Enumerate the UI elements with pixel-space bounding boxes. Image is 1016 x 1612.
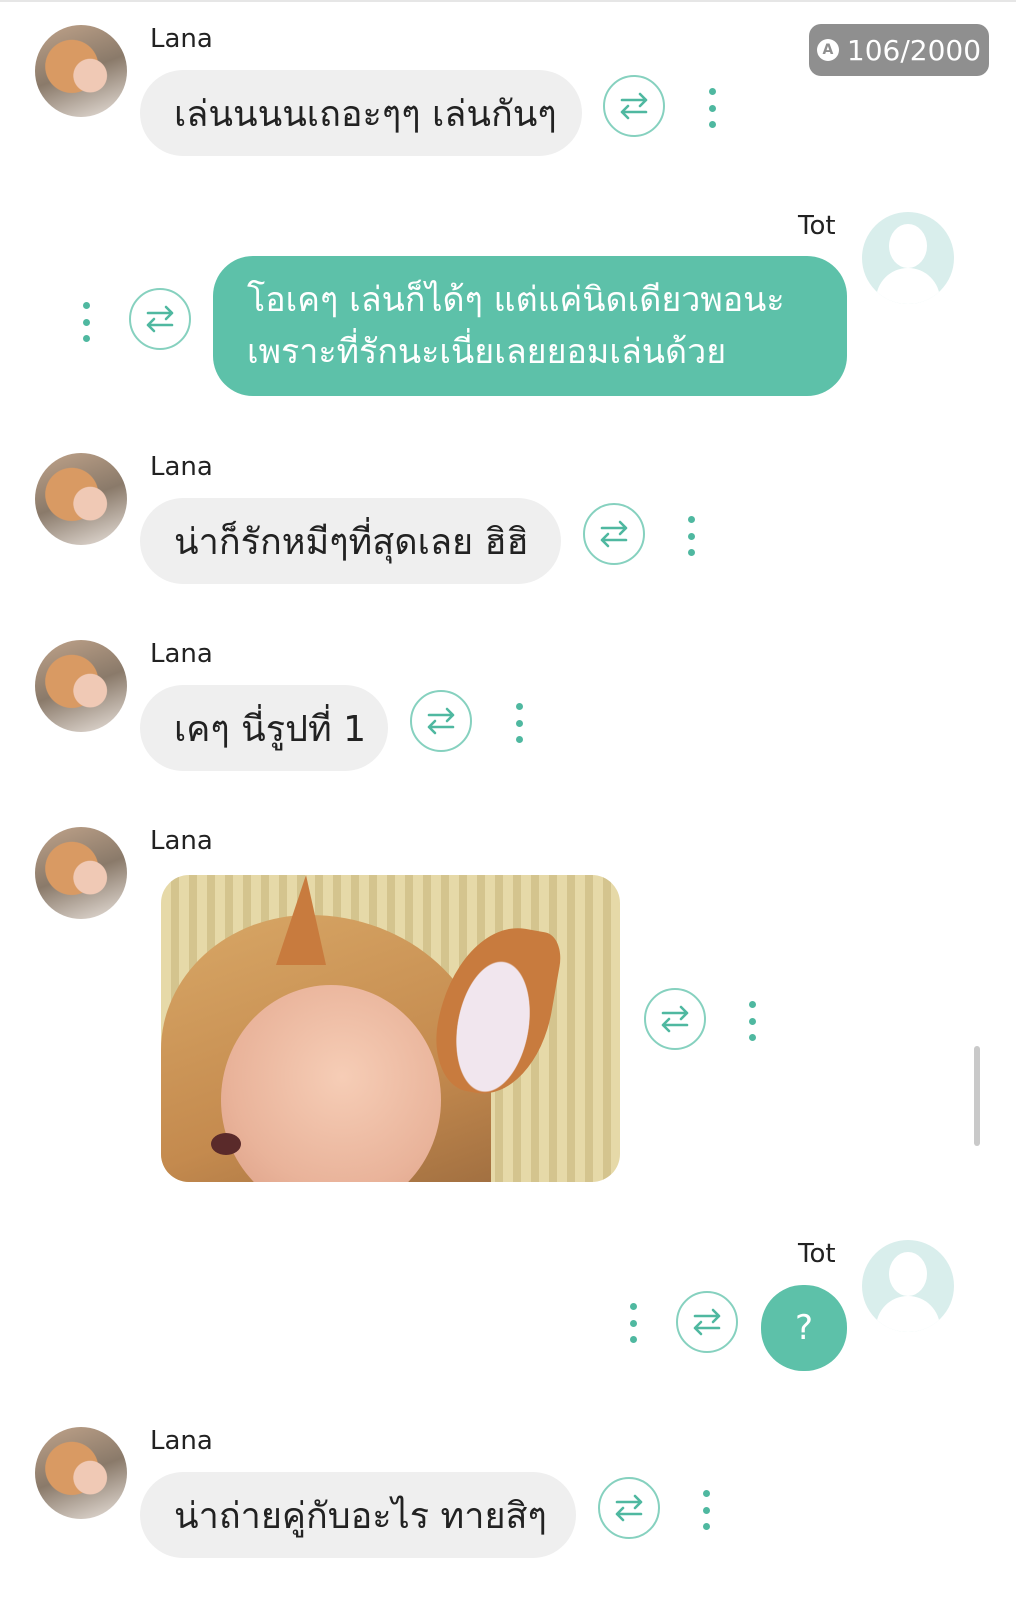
message-bubble[interactable]: น่าก็รักหมีๆที่สุดเลย ฮิฮิ (140, 498, 561, 584)
more-vertical-icon[interactable] (681, 516, 701, 556)
message-line: เพราะที่รักนะเนี่ยเลยยอมเล่นด้วย (247, 332, 727, 372)
translate-button[interactable] (129, 288, 191, 350)
swap-arrows-icon (146, 305, 174, 333)
translate-button[interactable] (598, 1477, 660, 1539)
lana-avatar[interactable] (35, 640, 127, 732)
sender-name: Lana (150, 452, 213, 482)
char-counter-text: 106/2000 (846, 33, 982, 67)
sender-name: Lana (150, 639, 213, 669)
sender-name: Lana (150, 1426, 213, 1456)
scrollbar-thumb[interactable] (974, 1046, 980, 1146)
message-bubble-outgoing[interactable]: โอเคๆ เล่นก็ได้ๆ แต่แค่นิดเดียวพอนะ เพรา… (213, 256, 847, 396)
translate-button[interactable] (603, 75, 665, 137)
lana-avatar[interactable] (35, 453, 127, 545)
swap-arrows-icon (661, 1005, 689, 1033)
lana-avatar[interactable] (35, 1427, 127, 1519)
swap-arrows-icon (600, 520, 628, 548)
tot-avatar[interactable] (862, 212, 954, 304)
swap-arrows-icon (615, 1494, 643, 1522)
message-image[interactable] (161, 875, 620, 1182)
top-divider (0, 0, 1016, 2)
message-bubble[interactable]: น่าถ่ายคู่กับอะไร ทายสิๆ (140, 1472, 576, 1558)
message-bubble[interactable]: เล่นนนนเถอะๆๆ เล่นกันๆ (140, 70, 582, 156)
more-vertical-icon[interactable] (696, 1490, 716, 1530)
message-bubble[interactable]: เคๆ นี่รูปที่ 1 (140, 685, 388, 771)
more-vertical-icon[interactable] (742, 1001, 762, 1041)
more-vertical-icon[interactable] (509, 703, 529, 743)
swap-arrows-icon (427, 707, 455, 735)
sender-name: Tot (798, 211, 836, 241)
sender-name: Tot (798, 1239, 836, 1269)
translate-button[interactable] (676, 1291, 738, 1353)
translate-button[interactable] (583, 503, 645, 565)
sender-name: Lana (150, 826, 213, 856)
lana-avatar[interactable] (35, 827, 127, 919)
more-vertical-icon[interactable] (623, 1303, 643, 1343)
more-vertical-icon[interactable] (702, 88, 722, 128)
more-vertical-icon[interactable] (76, 302, 96, 342)
message-bubble-outgoing[interactable]: ? (761, 1285, 847, 1371)
swap-arrows-icon (620, 92, 648, 120)
message-line: โอเคๆ เล่นก็ได้ๆ แต่แค่นิดเดียวพอนะ (247, 280, 785, 320)
tot-avatar[interactable] (862, 1240, 954, 1332)
char-counter: A 106/2000 (809, 24, 989, 76)
translate-button[interactable] (644, 988, 706, 1050)
translate-button[interactable] (410, 690, 472, 752)
ai-badge-icon: A (816, 39, 839, 61)
swap-arrows-icon (693, 1308, 721, 1336)
sender-name: Lana (150, 24, 213, 54)
lana-avatar[interactable] (35, 25, 127, 117)
